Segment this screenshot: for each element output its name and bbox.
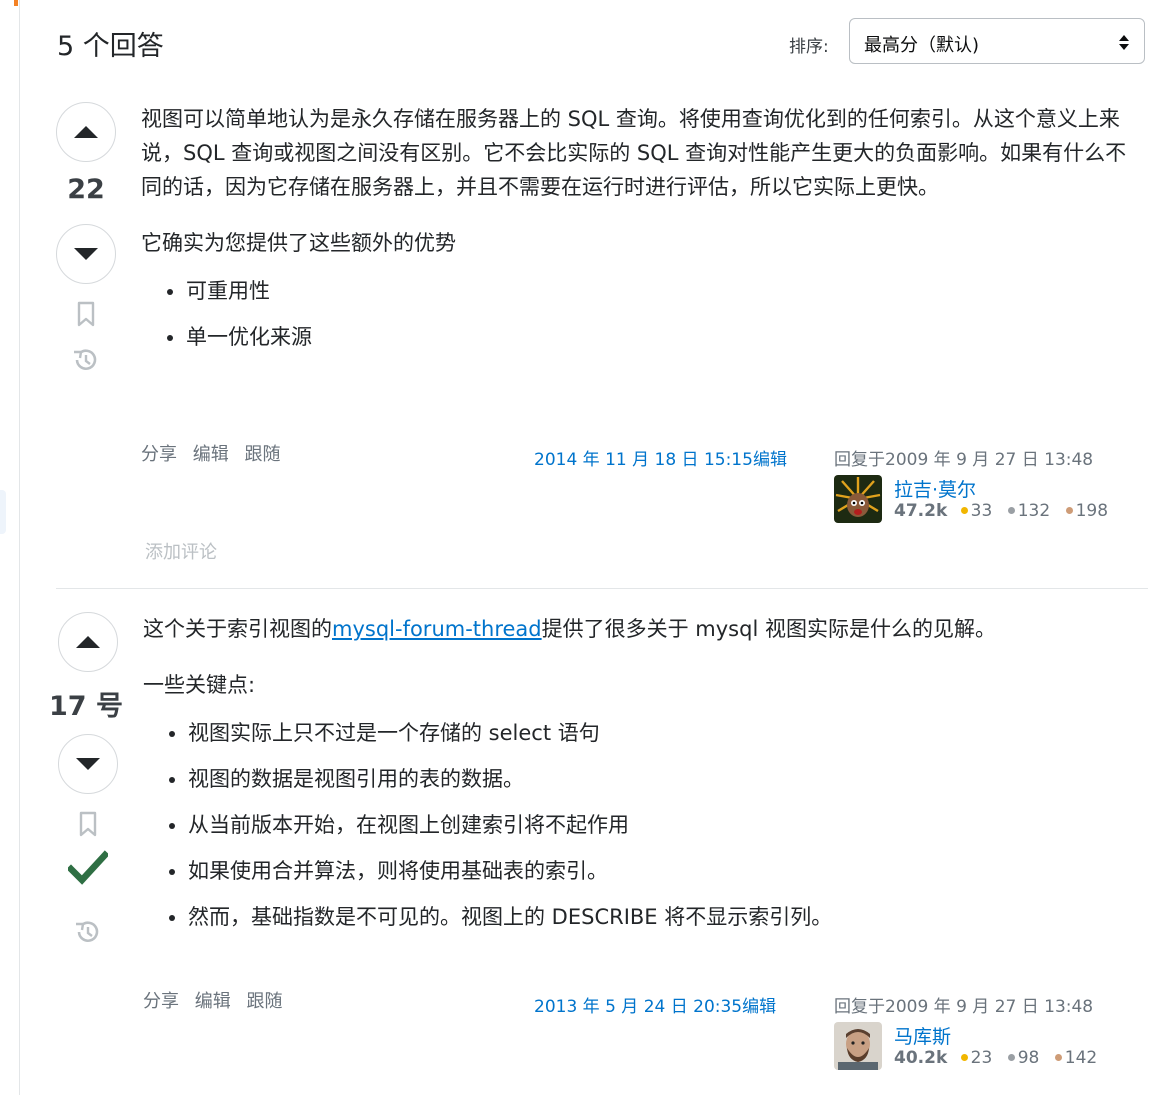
select-arrows-icon: [1119, 35, 1129, 50]
answered-timestamp: 回复于2009 年 9 月 27 日 13:48: [834, 997, 1094, 1017]
post-menu: 分享 编辑 跟随: [143, 987, 292, 1013]
post-menu: 分享 编辑 跟随: [141, 440, 290, 466]
bronze-badge-count: 142: [1064, 1048, 1098, 1068]
bookmark-icon[interactable]: [76, 810, 100, 838]
answered-timestamp: 回复于2009 年 9 月 27 日 13:48: [834, 450, 1094, 470]
follow-link[interactable]: 跟随: [246, 991, 282, 1012]
silver-badge-count: 132: [1017, 501, 1051, 521]
post-body: 视图可以简单地认为是永久存储在服务器上的 SQL 查询。将使用查询优化到的任何索…: [141, 100, 1131, 366]
accepted-check-icon: [68, 850, 108, 885]
bullet-list: 视图实际上只不过是一个存储的 select 语句 视图的数据是视图引用的表的数据…: [143, 716, 1133, 934]
sort-selected-value: 最高分（默认): [864, 35, 980, 56]
list-item: 然而，基础指数是不可见的。视图上的 DESCRIBE 将不显示索引列。: [188, 900, 1133, 934]
list-item: 如果使用合并算法，则将使用基础表的索引。: [188, 854, 1133, 888]
list-item: 单一优化来源: [186, 320, 1131, 354]
edit-link[interactable]: 编辑: [193, 444, 229, 465]
list-item: 从当前版本开始，在视图上创建索引将不起作用: [188, 808, 1133, 842]
answer-intro: 这个关于索引视图的mysql-forum-thread提供了很多关于 mysql…: [143, 612, 1133, 646]
bronze-badge-icon: [1065, 507, 1073, 514]
user-name-link[interactable]: 拉吉·莫尔: [894, 475, 976, 502]
history-icon[interactable]: [73, 918, 103, 946]
rail-accent-mark: [14, 0, 18, 6]
silver-badge-icon: [1007, 507, 1015, 514]
rail-tab-indicator[interactable]: [0, 490, 6, 534]
gold-badge-icon: [960, 1054, 968, 1061]
list-item: 可重用性: [186, 274, 1131, 308]
list-item: 视图的数据是视图引用的表的数据。: [188, 762, 1133, 796]
answers-count-title: 5 个回答: [57, 31, 164, 62]
user-stats: 47.2k 33 132 198: [894, 501, 1116, 521]
edited-timestamp-link[interactable]: 2014 年 11 月 18 日 15:15编辑: [534, 445, 787, 470]
bronze-badge-icon: [1054, 1054, 1062, 1061]
list-item: 视图实际上只不过是一个存储的 select 语句: [188, 716, 1133, 750]
gold-badge-count: 23: [970, 1048, 993, 1068]
downvote-button[interactable]: [56, 224, 116, 284]
share-link[interactable]: 分享: [143, 991, 179, 1012]
intro-text-before: 这个关于索引视图的: [143, 617, 332, 641]
answers-header: 5 个回答 排序: 最高分（默认): [57, 18, 1147, 66]
mysql-forum-thread-link[interactable]: mysql-forum-thread: [332, 617, 542, 641]
user-stats: 40.2k 23 98 142: [894, 1048, 1105, 1068]
sort-label: 排序:: [789, 37, 829, 57]
answer-paragraph: 它确实为您提供了这些额外的优势: [141, 231, 456, 255]
user-avatar[interactable]: [834, 475, 882, 523]
avatar-image-icon: [834, 475, 882, 523]
bookmark-icon[interactable]: [74, 300, 98, 328]
post-owner-card: 回复于2009 年 9 月 27 日 13:48 马库斯 40.2k 23 98…: [834, 992, 1097, 1070]
vote-count: 17 号: [49, 691, 123, 722]
follow-link[interactable]: 跟随: [244, 444, 280, 465]
reputation-score: 40.2k: [894, 1048, 948, 1068]
gold-badge-icon: [960, 507, 968, 514]
answer-1: 22 视图可以简单地认为是永久存储在服务器上的 SQL 查询。将使用查询优化到的…: [56, 100, 1148, 589]
edited-timestamp-link[interactable]: 2013 年 5 月 24 日 20:35编辑: [534, 992, 776, 1017]
arrow-down-icon: [76, 758, 100, 770]
upvote-button[interactable]: [58, 612, 118, 672]
key-points-heading: 一些关键点:: [143, 673, 256, 697]
left-sidebar-rail: [0, 0, 20, 1095]
arrow-down-icon: [74, 248, 98, 260]
answer-2: 17 号 这个关于索引视图的mysql-forum-thread提供了很多关于 …: [49, 610, 1148, 1095]
post-owner-card: 回复于2009 年 9 月 27 日 13:48 拉吉·莫尔 47.2k 33 …: [834, 445, 1108, 523]
bullet-list: 可重用性 单一优化来源: [141, 274, 1131, 354]
arrow-up-icon: [74, 126, 98, 138]
upvote-button[interactable]: [56, 102, 116, 162]
bronze-badge-count: 198: [1075, 501, 1109, 521]
post-body: 这个关于索引视图的mysql-forum-thread提供了很多关于 mysql…: [143, 610, 1133, 946]
edit-link[interactable]: 编辑: [195, 991, 231, 1012]
answer-paragraph: 视图可以简单地认为是永久存储在服务器上的 SQL 查询。将使用查询优化到的任何索…: [141, 107, 1127, 199]
reputation-score: 47.2k: [894, 501, 948, 521]
sort-select[interactable]: 最高分（默认): [849, 18, 1145, 64]
vote-count: 22: [67, 174, 105, 205]
gold-badge-count: 33: [970, 501, 993, 521]
silver-badge-icon: [1007, 1054, 1015, 1061]
user-avatar[interactable]: [834, 1022, 882, 1070]
user-name-link[interactable]: 马库斯: [894, 1022, 951, 1049]
downvote-button[interactable]: [58, 734, 118, 794]
arrow-up-icon: [76, 636, 100, 648]
add-comment-link[interactable]: 添加评论: [145, 538, 217, 564]
silver-badge-count: 98: [1017, 1048, 1040, 1068]
share-link[interactable]: 分享: [141, 444, 177, 465]
history-icon[interactable]: [71, 346, 101, 374]
avatar-image-icon: [834, 1022, 882, 1070]
intro-text-after: 提供了很多关于 mysql 视图实际是什么的见解。: [541, 617, 996, 641]
